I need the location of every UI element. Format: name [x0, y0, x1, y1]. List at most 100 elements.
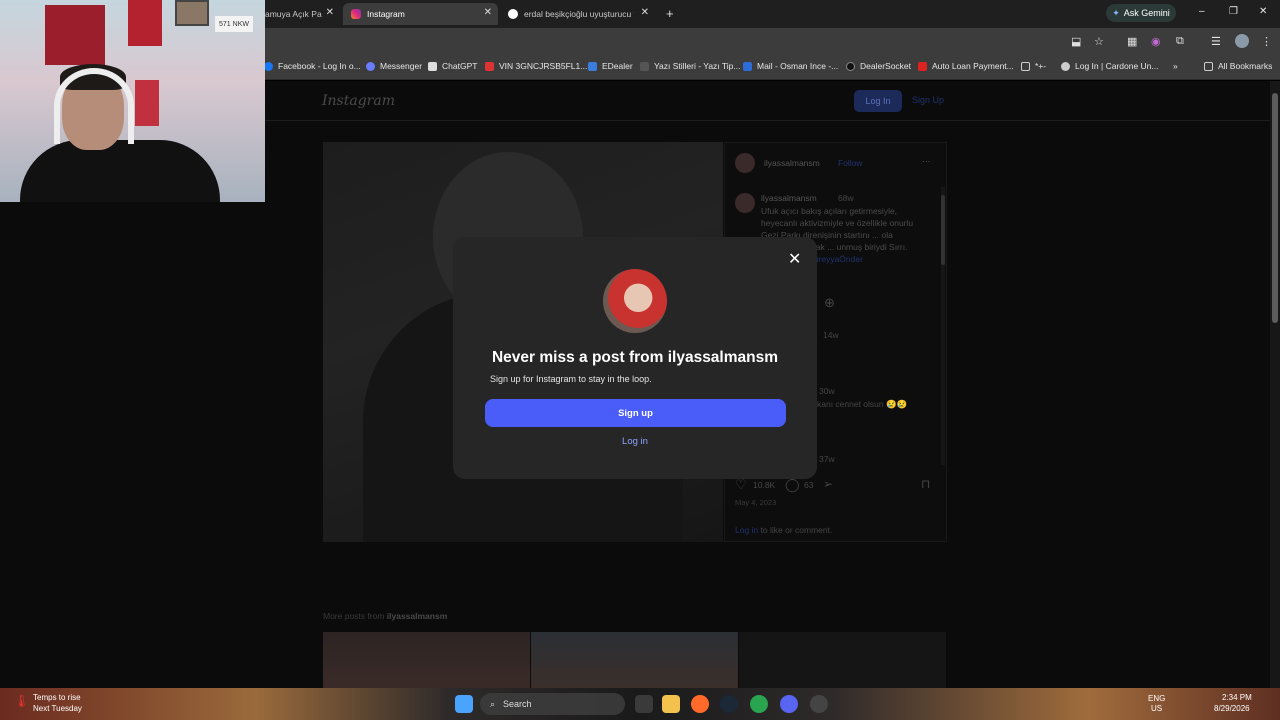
search-icon: ⌕ — [490, 698, 496, 709]
gemini-sparkle-icon: ✦ — [1112, 7, 1120, 18]
wall-poster — [135, 80, 159, 126]
bookmark-chatgpt[interactable]: ChatGPT — [428, 61, 477, 71]
install-app-icon[interactable]: ⬓ — [1071, 35, 1081, 48]
chrome-icon[interactable] — [750, 695, 768, 713]
bookmark-dealersocket[interactable]: DealerSocket — [846, 61, 911, 71]
signup-modal: ✕ Never miss a post from ilyassalmansm S… — [453, 237, 817, 479]
facebook-icon — [264, 61, 273, 71]
all-bookmarks-label: All Bookmarks — [1218, 61, 1273, 71]
webcam-overlay: 571 NKW — [0, 0, 265, 202]
modal-subtitle: Sign up for Instagram to stay in the loo… — [490, 374, 652, 384]
region-indicator[interactable]: US — [1151, 704, 1162, 713]
messenger-icon — [366, 61, 375, 71]
bookmark-edealer[interactable]: EDealer — [588, 61, 633, 71]
windows-start-icon[interactable] — [455, 695, 473, 713]
language-indicator[interactable]: ENG — [1148, 694, 1165, 703]
extension-icon[interactable]: ◉ — [1151, 35, 1161, 48]
bookmark-vin[interactable]: VIN 3GNCJRSB5FL1... — [485, 61, 587, 71]
clock-date[interactable]: 8/29/2026 — [1214, 704, 1250, 713]
bookmark-facebook[interactable]: Facebook - Log In o... — [264, 61, 361, 71]
headset — [54, 68, 134, 144]
auto-loan-icon — [918, 61, 927, 71]
bookmark-label: Messenger — [380, 61, 423, 71]
puzzle-extensions-icon[interactable]: ⧉ — [1176, 35, 1184, 48]
restore-button[interactable]: ❐ — [1229, 6, 1238, 17]
media-controls-icon[interactable]: ☰ — [1211, 35, 1221, 48]
bookmarks-overflow-button[interactable]: » — [1173, 61, 1178, 71]
weather-line-2[interactable]: Next Tuesday — [33, 704, 82, 713]
all-bookmarks-button[interactable]: All Bookmarks — [1204, 61, 1272, 71]
file-explorer-icon[interactable] — [662, 695, 680, 713]
bookmark-label: Facebook - Log In o... — [278, 61, 361, 71]
bookmark-label: EDealer — [602, 61, 633, 71]
search-label: Search — [503, 699, 532, 709]
globe-icon — [1061, 61, 1070, 71]
bookmark-yazi-stilleri[interactable]: Yazı Stilleri - Yazı Tip... — [640, 61, 740, 71]
bookmark-label: Auto Loan Payment... — [932, 61, 1014, 71]
wall-frame — [175, 0, 209, 26]
profile-avatar[interactable] — [1235, 34, 1249, 48]
bookmark-star-icon[interactable]: ☆ — [1094, 35, 1104, 48]
bookmark-label: *+- — [1035, 61, 1047, 71]
tab-instagram[interactable]: Instagram ✕ — [343, 3, 498, 25]
menu-kebab-icon[interactable]: ⋮ — [1261, 35, 1272, 48]
vin-icon — [485, 61, 494, 71]
signup-button[interactable]: Sign up — [485, 399, 786, 427]
chevron-double-icon: » — [1173, 61, 1178, 71]
folder-icon — [1204, 61, 1213, 71]
folder-icon — [1021, 61, 1030, 71]
ask-gemini-label: Ask Gemini — [1123, 8, 1170, 18]
bookmark-label: ChatGPT — [442, 61, 478, 71]
profile-avatar — [603, 269, 667, 333]
bookmark-label: DealerSocket — [860, 61, 912, 71]
extension-grid-icon[interactable]: ▦ — [1127, 35, 1137, 48]
instagram-favicon-icon — [351, 9, 361, 19]
steam-icon[interactable] — [720, 695, 738, 713]
bookmark-folder[interactable]: *+- — [1021, 61, 1046, 71]
bookmark-messenger[interactable]: Messenger — [366, 61, 422, 71]
clock-time[interactable]: 2:34 PM — [1222, 693, 1252, 702]
license-plate: 571 NKW — [215, 16, 253, 32]
wall-poster — [45, 5, 105, 65]
edealer-icon — [588, 61, 597, 71]
yazi-icon — [640, 61, 649, 71]
tab-google-search[interactable]: erdal beşikçioğlu uyuşturucu te ✕ — [500, 3, 655, 25]
tab-title: Instagram — [367, 9, 405, 19]
close-window-button[interactable]: ✕ — [1259, 6, 1267, 17]
windows-taskbar: 🌡 Temps to rise Next Tuesday ⌕ Search ENG… — [0, 688, 1280, 720]
minimize-button[interactable]: – — [1199, 6, 1205, 17]
google-favicon-icon — [508, 9, 518, 19]
app-icon[interactable] — [810, 695, 828, 713]
bookmark-label: Mail - Osman Ince -... — [757, 61, 839, 71]
mail-icon — [743, 61, 752, 71]
weather-line-1[interactable]: Temps to rise — [33, 693, 81, 702]
bookmark-cardone[interactable]: Log In | Cardone Un... — [1061, 61, 1158, 71]
tab-title: erdal beşikçioğlu uyuşturucu te — [524, 9, 634, 19]
login-link[interactable]: Log in — [453, 436, 817, 447]
modal-title: Never miss a post from ilyassalmansm — [491, 349, 779, 366]
tab-close-icon[interactable]: ✕ — [484, 7, 492, 18]
ask-gemini-button[interactable]: ✦ Ask Gemini — [1106, 4, 1176, 22]
bookmark-auto-loan[interactable]: Auto Loan Payment... — [918, 61, 1014, 71]
taskbar-search[interactable]: ⌕ Search — [480, 693, 625, 715]
tab-close-icon[interactable]: ✕ — [326, 7, 334, 18]
page-scrollbar[interactable] — [1270, 81, 1280, 688]
new-tab-button[interactable]: + — [666, 6, 674, 21]
firefox-icon[interactable] — [691, 695, 709, 713]
bookmark-mail[interactable]: Mail - Osman Ince -... — [743, 61, 838, 71]
person-shirt — [20, 140, 220, 202]
bookmark-label: VIN 3GNCJRSB5FL1... — [499, 61, 588, 71]
chatgpt-icon — [428, 61, 437, 71]
task-view-icon[interactable] — [635, 695, 653, 713]
tab-other[interactable]: amuya Açık Pa ✕ — [265, 3, 340, 25]
close-icon[interactable]: ✕ — [788, 249, 801, 269]
wall-poster — [128, 0, 162, 46]
tab-close-icon[interactable]: ✕ — [641, 7, 649, 18]
bookmark-label: Yazı Stilleri - Yazı Tip... — [654, 61, 741, 71]
tab-title: amuya Açık Pa — [265, 9, 322, 19]
weather-thermometer-icon[interactable]: 🌡 — [14, 694, 29, 708]
discord-icon[interactable] — [780, 695, 798, 713]
dealersocket-icon — [846, 61, 855, 71]
bookmark-label: Log In | Cardone Un... — [1075, 61, 1159, 71]
page-scroll-thumb[interactable] — [1272, 93, 1278, 323]
